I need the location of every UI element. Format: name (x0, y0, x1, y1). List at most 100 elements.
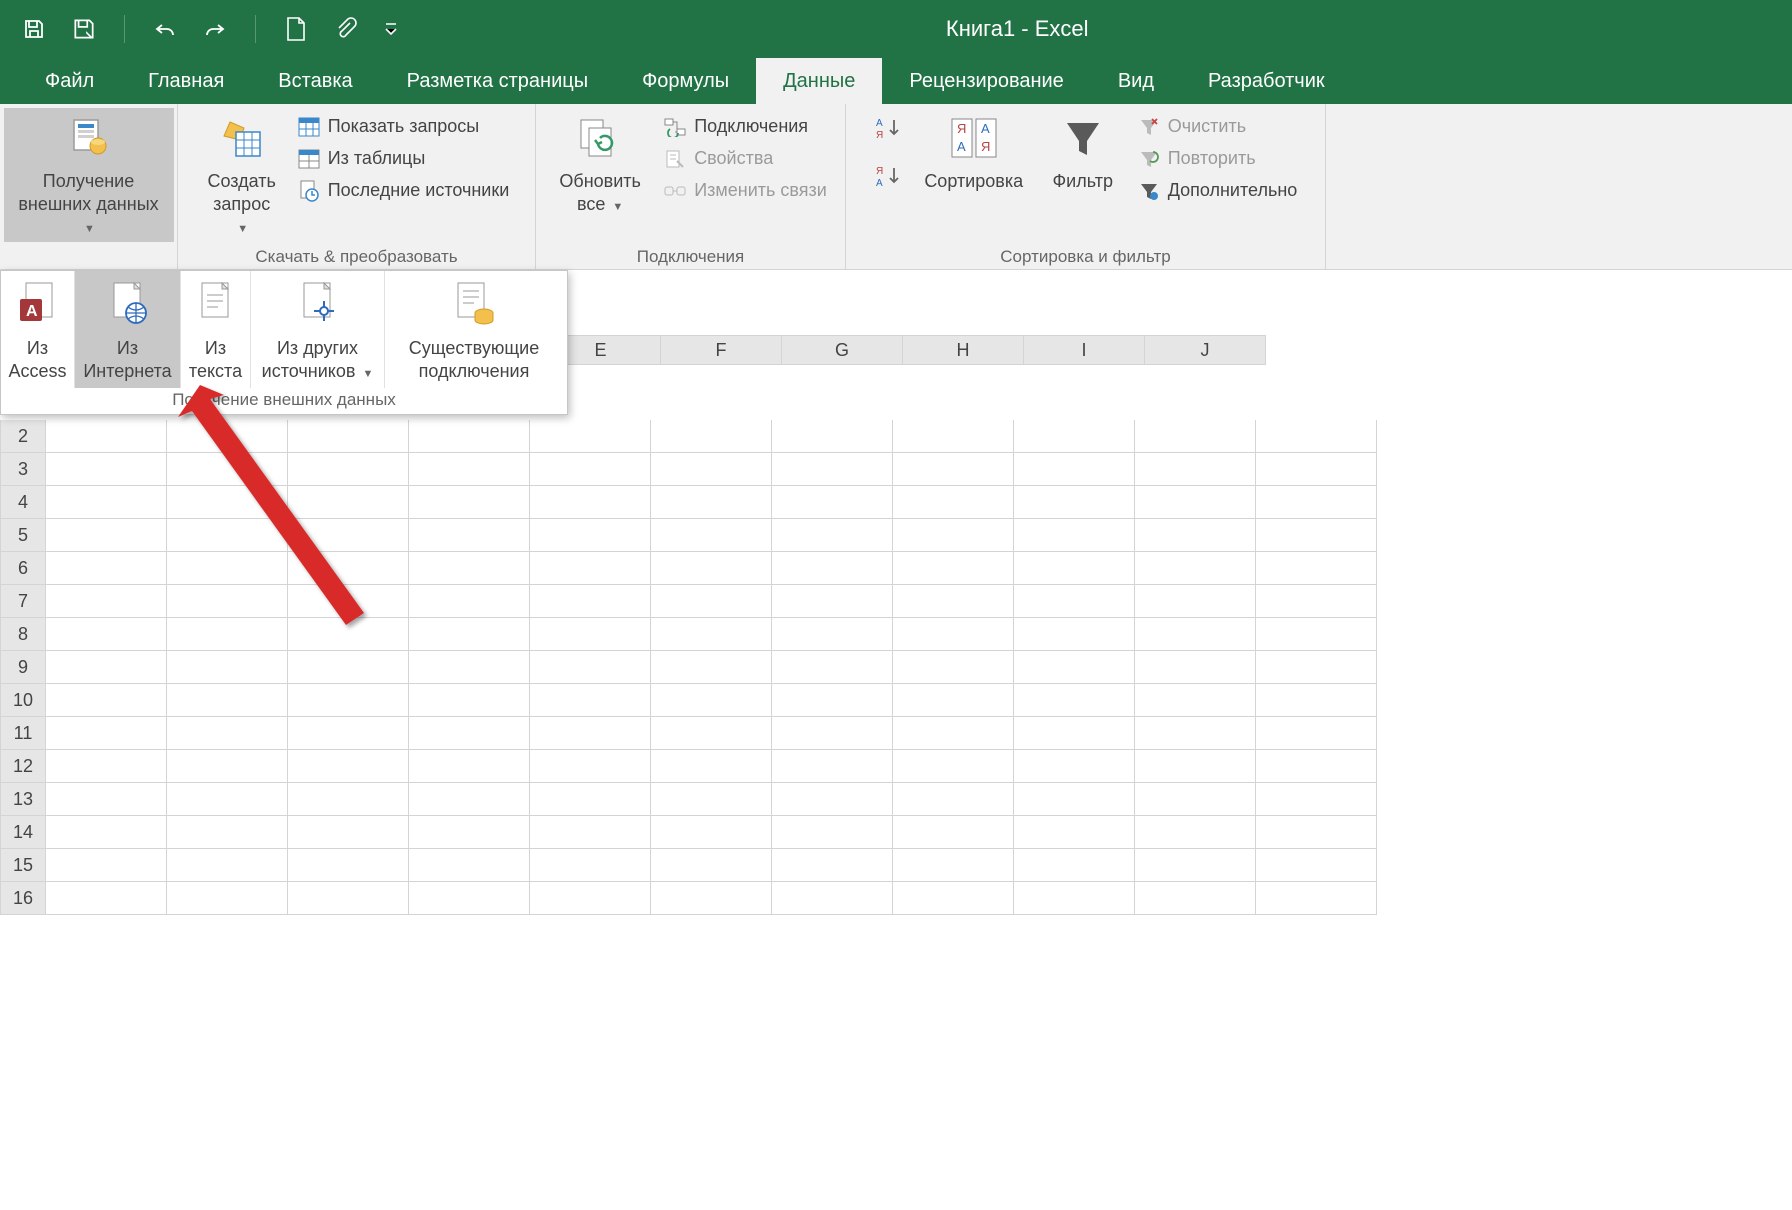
cell[interactable] (1014, 684, 1135, 717)
cell[interactable] (772, 519, 893, 552)
cell[interactable] (167, 684, 288, 717)
cell[interactable] (1256, 849, 1377, 882)
cell[interactable] (46, 651, 167, 684)
cell[interactable] (651, 783, 772, 816)
cell[interactable] (288, 849, 409, 882)
cell[interactable] (167, 519, 288, 552)
undo-icon[interactable] (151, 15, 179, 43)
cell[interactable] (893, 849, 1014, 882)
tab-formulas[interactable]: Формулы (615, 58, 756, 104)
cell[interactable] (167, 750, 288, 783)
cell[interactable] (893, 618, 1014, 651)
sort-asc-button[interactable]: АЯ (872, 114, 904, 148)
cell[interactable] (409, 420, 530, 453)
row-header[interactable]: 2 (0, 420, 46, 453)
cell[interactable] (772, 783, 893, 816)
cell[interactable] (1014, 882, 1135, 915)
cell[interactable] (1256, 651, 1377, 684)
cell[interactable] (1135, 849, 1256, 882)
cell[interactable] (46, 783, 167, 816)
cell[interactable] (1014, 552, 1135, 585)
advanced-filter-button[interactable]: Дополнительно (1132, 176, 1304, 206)
cell[interactable] (1135, 618, 1256, 651)
cell[interactable] (1135, 882, 1256, 915)
sort-button[interactable]: ЯААЯ Сортировка (914, 108, 1034, 197)
cell[interactable] (1135, 552, 1256, 585)
cell[interactable] (167, 453, 288, 486)
cell[interactable] (1256, 585, 1377, 618)
cell[interactable] (409, 816, 530, 849)
cell[interactable] (893, 486, 1014, 519)
cell[interactable] (1135, 783, 1256, 816)
cell[interactable] (409, 486, 530, 519)
cell[interactable] (651, 651, 772, 684)
column-header[interactable]: H (903, 335, 1024, 365)
cell[interactable] (772, 420, 893, 453)
cell[interactable] (893, 420, 1014, 453)
cell[interactable] (1135, 453, 1256, 486)
row-header[interactable]: 3 (0, 453, 46, 486)
cell[interactable] (1014, 519, 1135, 552)
show-queries-button[interactable]: Показать запросы (292, 112, 516, 142)
cell[interactable] (530, 552, 651, 585)
cell[interactable] (288, 486, 409, 519)
cell[interactable] (46, 717, 167, 750)
cell[interactable] (651, 684, 772, 717)
cell[interactable] (1135, 585, 1256, 618)
cell[interactable] (288, 585, 409, 618)
cell[interactable] (772, 849, 893, 882)
cell[interactable] (772, 651, 893, 684)
cell[interactable] (1256, 486, 1377, 519)
cell[interactable] (288, 684, 409, 717)
cell[interactable] (409, 651, 530, 684)
cell[interactable] (288, 420, 409, 453)
cell[interactable] (893, 519, 1014, 552)
column-header[interactable]: I (1024, 335, 1145, 365)
cell[interactable] (167, 618, 288, 651)
save-icon[interactable] (20, 15, 48, 43)
cell[interactable] (46, 849, 167, 882)
recent-sources-button[interactable]: Последние источники (292, 176, 516, 206)
cell[interactable] (1014, 717, 1135, 750)
sort-desc-button[interactable]: ЯА (872, 162, 904, 196)
cell[interactable] (1256, 882, 1377, 915)
cell[interactable] (409, 882, 530, 915)
cell[interactable] (1014, 849, 1135, 882)
cell[interactable] (530, 651, 651, 684)
cell[interactable] (651, 849, 772, 882)
row-header[interactable]: 11 (0, 717, 46, 750)
cell[interactable] (288, 453, 409, 486)
cell[interactable] (772, 882, 893, 915)
cell[interactable] (893, 585, 1014, 618)
tab-insert[interactable]: Вставка (251, 58, 379, 104)
cell[interactable] (167, 651, 288, 684)
cell[interactable] (1256, 717, 1377, 750)
refresh-all-button[interactable]: Обновить все ▼ (548, 108, 652, 219)
cell[interactable] (288, 552, 409, 585)
cell[interactable] (409, 552, 530, 585)
cell[interactable] (1256, 519, 1377, 552)
cell[interactable] (651, 618, 772, 651)
cell[interactable] (1256, 618, 1377, 651)
cell[interactable] (1135, 651, 1256, 684)
cell[interactable] (893, 453, 1014, 486)
cell[interactable] (409, 519, 530, 552)
cell[interactable] (46, 816, 167, 849)
cell[interactable] (1014, 618, 1135, 651)
cell[interactable] (530, 750, 651, 783)
tab-dev[interactable]: Разработчик (1181, 58, 1352, 104)
redo-icon[interactable] (201, 15, 229, 43)
cell[interactable] (288, 618, 409, 651)
cell[interactable] (1014, 453, 1135, 486)
cell[interactable] (1014, 816, 1135, 849)
cell[interactable] (1135, 519, 1256, 552)
cell[interactable] (409, 717, 530, 750)
cell[interactable] (409, 453, 530, 486)
cell[interactable] (1256, 420, 1377, 453)
tab-file[interactable]: Файл (18, 58, 121, 104)
cell[interactable] (651, 519, 772, 552)
from-access-button[interactable]: A Из Access (1, 271, 75, 388)
cell[interactable] (288, 882, 409, 915)
get-external-data-button[interactable]: Получение внешних данных ▼ (4, 108, 174, 242)
cell[interactable] (651, 882, 772, 915)
